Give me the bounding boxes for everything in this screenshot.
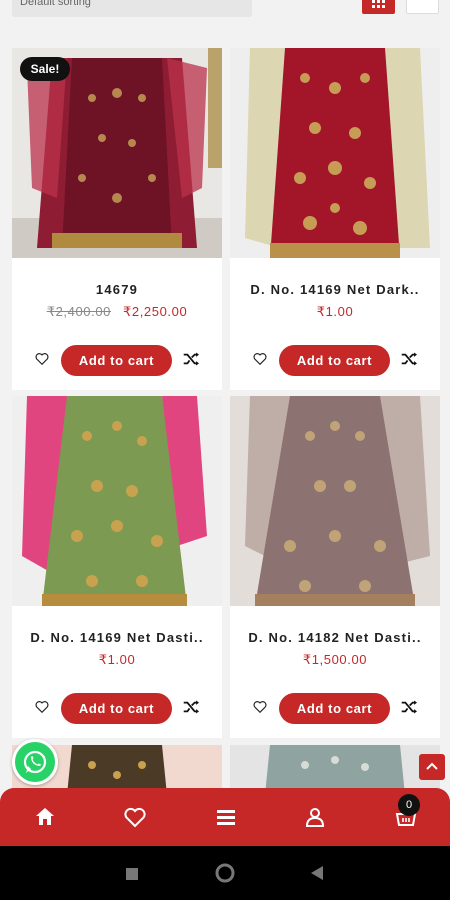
product-price: ₹2,400.00 ₹2,250.00 xyxy=(12,304,222,320)
product-title[interactable]: 14679 xyxy=(20,282,214,297)
cart-count-badge: 0 xyxy=(398,794,420,816)
product-title[interactable]: D. No. 14182 Net Dasti.. xyxy=(238,630,432,645)
compare-icon[interactable] xyxy=(400,351,418,367)
product-price: ₹1,500.00 xyxy=(302,652,368,667)
product-image[interactable] xyxy=(230,396,440,606)
bottom-navigation xyxy=(0,788,450,846)
home-icon xyxy=(36,808,54,825)
wishlist-icon[interactable] xyxy=(253,352,267,366)
product-title[interactable]: D. No. 14169 Net Dasti.. xyxy=(20,630,214,645)
compare-icon[interactable] xyxy=(182,699,200,715)
sale-badge: Sale! xyxy=(20,57,70,81)
nav-wishlist[interactable] xyxy=(123,805,147,829)
sort-select[interactable]: Default sorting xyxy=(12,0,252,17)
back-button[interactable] xyxy=(311,866,324,885)
product-card[interactable]: D. No. 14182 Net Dasti.. ₹1,500.00 Add t… xyxy=(230,396,440,738)
chevron-up-icon xyxy=(426,762,438,770)
add-to-cart-button[interactable]: Add to cart xyxy=(279,693,390,724)
wishlist-icon[interactable] xyxy=(35,352,49,366)
scroll-to-top-button[interactable] xyxy=(419,754,445,780)
shop-toolbar: Default sorting xyxy=(0,0,450,22)
add-to-cart-button[interactable]: Add to cart xyxy=(279,345,390,376)
compare-icon[interactable] xyxy=(400,699,418,715)
product-card[interactable]: D. No. 14169 Net Dasti.. ₹1.00 Add to ca… xyxy=(12,396,222,738)
grid-view-button[interactable] xyxy=(362,0,395,14)
product-card[interactable]: Sale! 14679 ₹2,400.00 ₹2,250.00 Add to ca… xyxy=(12,48,222,390)
add-to-cart-button[interactable]: Add to cart xyxy=(61,345,172,376)
recents-button[interactable] xyxy=(126,867,138,885)
grid-icon xyxy=(372,0,385,8)
wishlist-icon[interactable] xyxy=(253,700,267,714)
wishlist-icon[interactable] xyxy=(35,700,49,714)
compare-icon[interactable] xyxy=(182,351,200,367)
whatsapp-icon xyxy=(23,750,47,774)
nav-home[interactable] xyxy=(33,805,57,829)
nav-menu[interactable] xyxy=(214,805,238,829)
nav-account[interactable] xyxy=(303,805,327,829)
back-triangle-icon xyxy=(311,866,323,880)
sale-price: ₹2,250.00 xyxy=(123,304,188,319)
product-title[interactable]: D. No. 14169 Net Dark.. xyxy=(238,282,432,297)
system-navigation-bar xyxy=(0,846,450,900)
circle-icon xyxy=(215,863,235,883)
user-icon xyxy=(305,808,325,827)
list-view-button[interactable] xyxy=(406,0,439,14)
product-image[interactable] xyxy=(12,396,222,606)
product-price: ₹1.00 xyxy=(98,652,136,667)
product-image[interactable] xyxy=(230,48,440,258)
square-icon xyxy=(126,868,138,880)
original-price: ₹2,400.00 xyxy=(46,304,111,319)
heart-icon xyxy=(124,807,146,828)
menu-icon xyxy=(217,810,235,825)
add-to-cart-button[interactable]: Add to cart xyxy=(61,693,172,724)
home-system-button[interactable] xyxy=(215,863,235,888)
product-price: ₹1.00 xyxy=(316,304,354,319)
whatsapp-button[interactable] xyxy=(12,739,58,785)
sort-select-label: Default sorting xyxy=(20,0,91,8)
product-card[interactable]: D. No. 14169 Net Dark.. ₹1.00 Add to car… xyxy=(230,48,440,390)
